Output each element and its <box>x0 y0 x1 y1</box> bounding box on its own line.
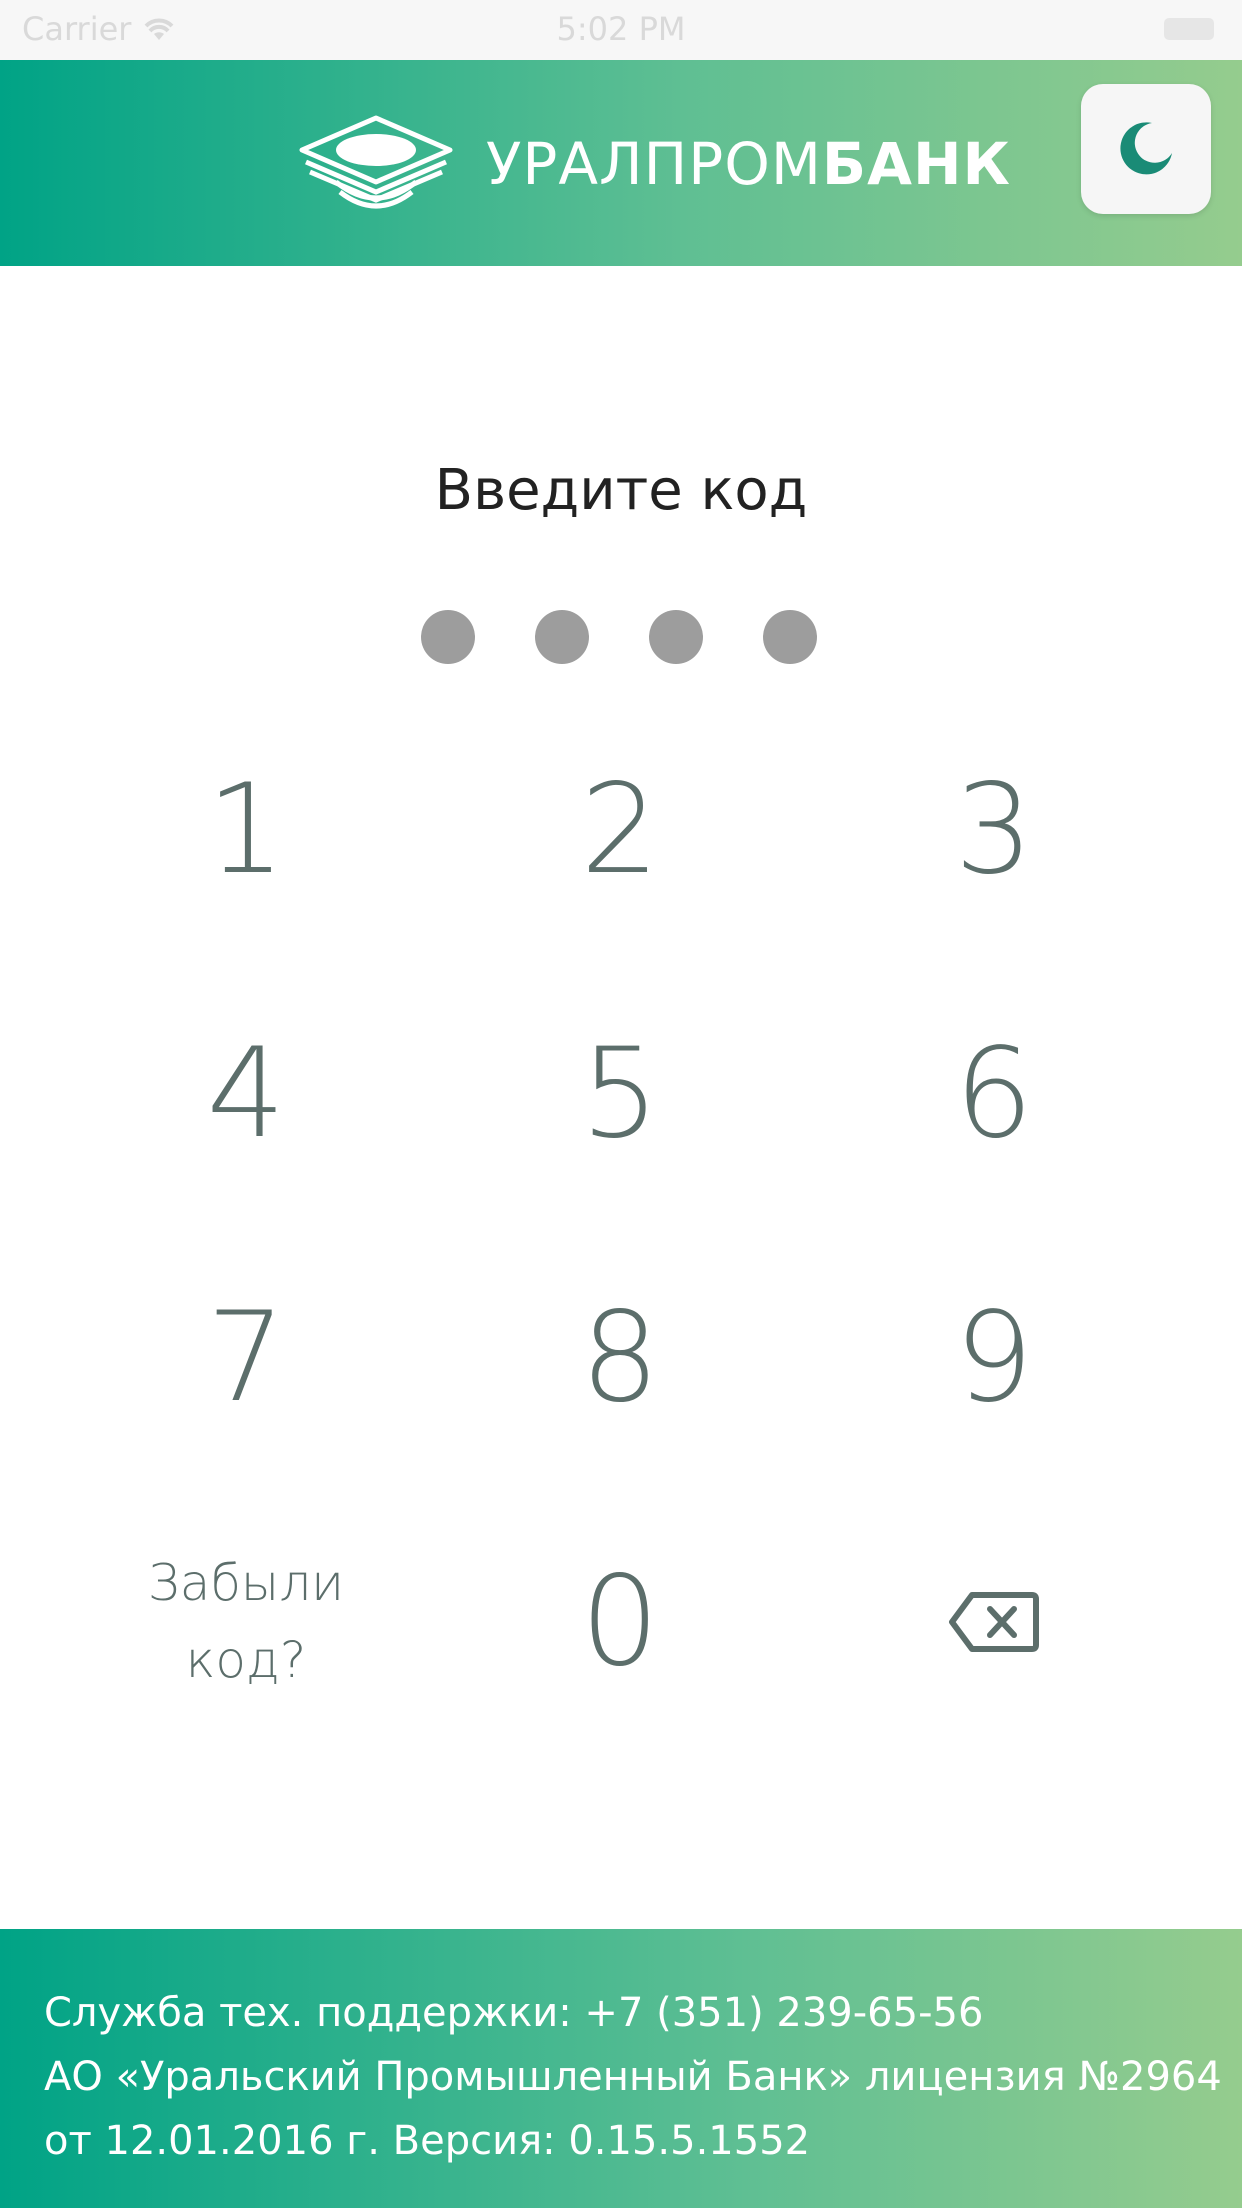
key-6[interactable]: 6 <box>844 1004 1144 1184</box>
status-time: 5:02 PM <box>556 10 686 48</box>
pin-dot <box>421 610 475 664</box>
version-text: от 12.01.2016 г. Версия: 0.15.5.1552 <box>44 2118 811 2164</box>
key-7[interactable]: 7 <box>96 1268 396 1448</box>
logo-text-bold: БАНК <box>821 130 1011 198</box>
battery-icon <box>1164 18 1214 40</box>
forgot-code-line2: код? <box>185 1631 307 1689</box>
key-3[interactable]: 3 <box>844 740 1144 920</box>
theme-toggle-button[interactable] <box>1081 84 1211 214</box>
key-2[interactable]: 2 <box>470 740 770 920</box>
moon-icon <box>1120 122 1172 175</box>
pin-dot <box>535 610 589 664</box>
backspace-icon <box>949 1592 1039 1652</box>
pin-title: Введите код <box>434 458 808 523</box>
header-bar: УРАЛПРОМБАНК <box>0 60 1242 266</box>
bank-license-text: АО «Уральский Промышленный Банк» лицензи… <box>44 2054 1222 2100</box>
backspace-button[interactable] <box>844 1532 1144 1712</box>
pin-dot <box>649 610 703 664</box>
key-5[interactable]: 5 <box>470 1004 770 1184</box>
forgot-code-line1: Забыли <box>147 1553 345 1612</box>
key-9[interactable]: 9 <box>844 1268 1144 1448</box>
bank-logo: УРАЛПРОМБАНК <box>296 112 1011 216</box>
status-bar: Carrier 5:02 PM <box>0 0 1242 60</box>
key-4[interactable]: 4 <box>96 1004 396 1184</box>
footer-info: Служба тех. поддержки: +7 (351) 239-65-5… <box>0 1929 1242 2208</box>
key-0[interactable]: 0 <box>470 1532 770 1712</box>
coin-stack-logo-icon <box>299 115 453 209</box>
bank-logo-text: УРАЛПРОМБАНК <box>486 130 1011 198</box>
support-phone-text: Служба тех. поддержки: +7 (351) 239-65-5… <box>44 1990 984 2036</box>
logo-text-regular: УРАЛПРОМ <box>486 130 822 198</box>
key-8[interactable]: 8 <box>470 1268 770 1448</box>
pin-indicator <box>421 610 817 664</box>
pin-dot <box>763 610 817 664</box>
forgot-code-button[interactable]: Забыли код? <box>96 1532 396 1712</box>
key-1[interactable]: 1 <box>96 740 396 920</box>
pin-screen: Carrier 5:02 PM УРАЛПРОМБАНК Введите код… <box>0 0 1242 2208</box>
